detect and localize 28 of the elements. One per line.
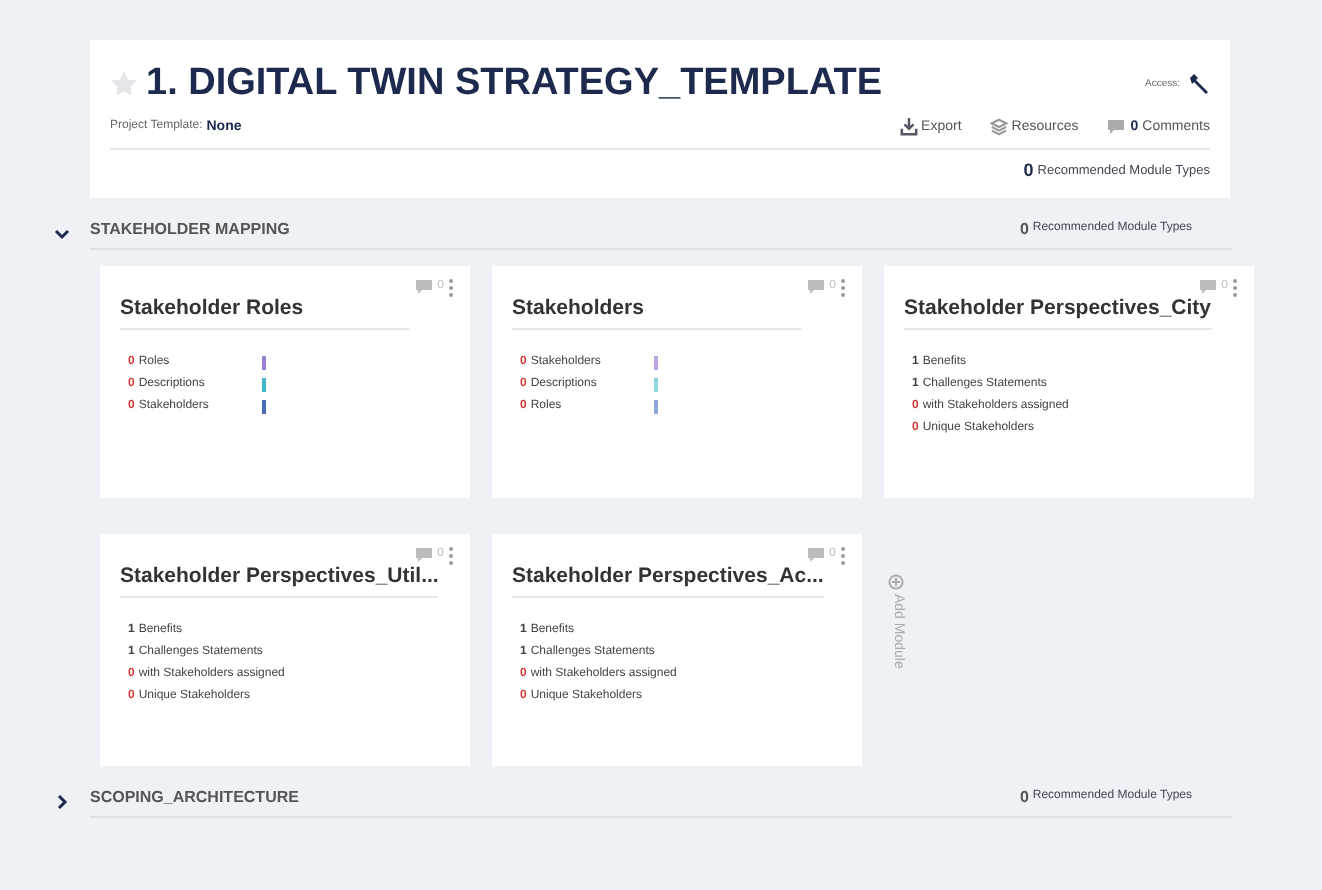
bubble-icon [413, 546, 434, 564]
more-icon[interactable] [840, 277, 846, 297]
stack-icon [989, 118, 1008, 137]
project-title: 1. DIGITAL TWIN STRATEGY_TEMPLATE [146, 60, 883, 108]
more-icon[interactable] [840, 545, 846, 565]
bubble-icon [1197, 278, 1218, 296]
section-title: SCOPING_ARCHITECTURE [90, 785, 299, 809]
chevron-down-icon[interactable] [54, 225, 70, 241]
more-icon[interactable] [448, 545, 454, 565]
plus-circle-icon [888, 573, 904, 589]
recommended-count: 0 [1023, 158, 1034, 184]
chevron-right-icon[interactable] [54, 793, 70, 809]
recommended-count: 0 [1019, 217, 1029, 241]
section-title: STAKEHOLDER MAPPING [90, 217, 290, 241]
more-icon[interactable] [448, 277, 454, 297]
module-title: Stakeholder Roles [120, 293, 410, 331]
module-title: Stakeholder Perspectives_City [904, 293, 1211, 331]
module-title: Stakeholders [512, 293, 802, 331]
module-title: Stakeholder Perspectives_Ac... [512, 561, 824, 599]
module-title: Stakeholder Perspectives_Util... [120, 561, 439, 599]
bubble-icon [1106, 118, 1127, 137]
bubble-icon [413, 278, 434, 296]
more-icon[interactable] [1232, 277, 1238, 297]
recommended-count: 0 [1019, 785, 1029, 809]
star-icon[interactable] [110, 70, 138, 99]
download-icon [899, 118, 918, 137]
bubble-icon [805, 546, 826, 564]
bubble-icon [805, 278, 826, 296]
